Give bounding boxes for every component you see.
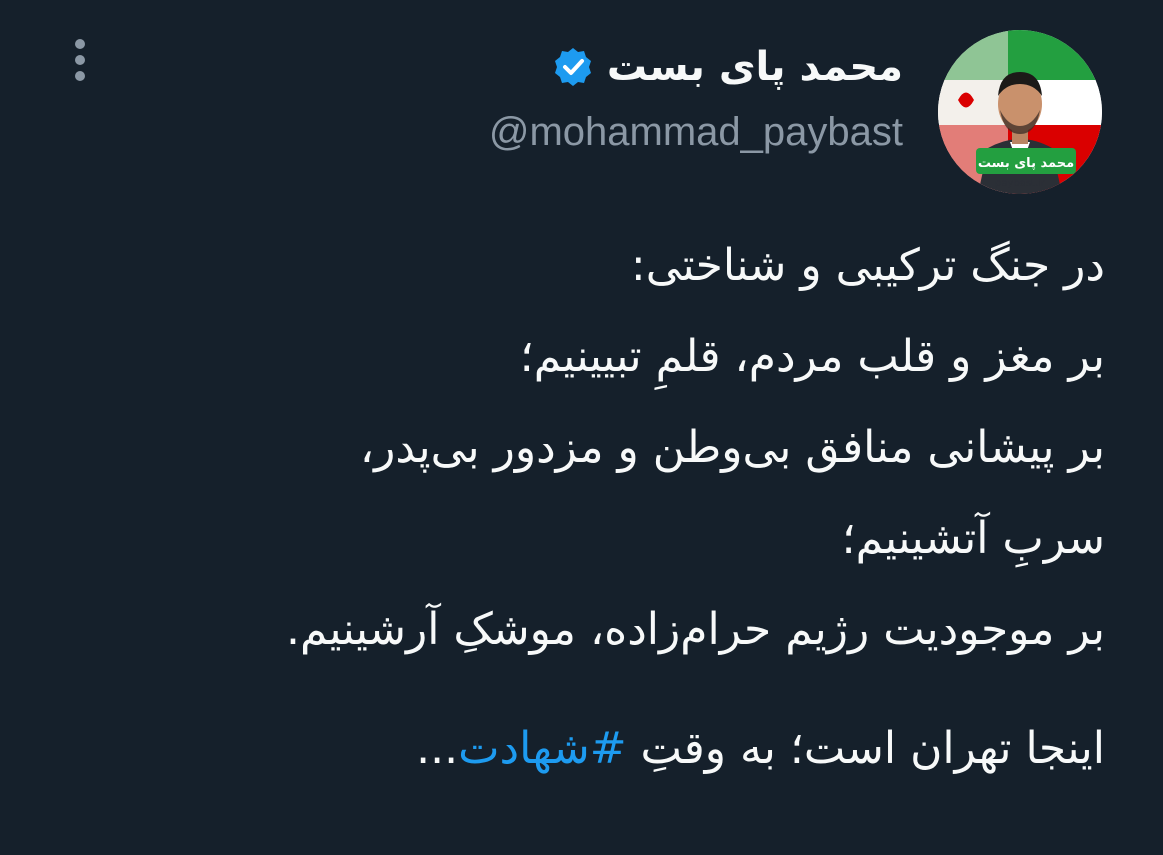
svg-text:محمد پای بست: محمد پای بست <box>978 156 1074 171</box>
author-handle[interactable]: @mohammad_paybast <box>489 110 903 155</box>
more-options-icon[interactable] <box>60 38 100 82</box>
truncation-ellipsis: ... <box>416 723 459 774</box>
tweet-line-3: بر پیشانی منافق بی‌وطن و مزدور بی‌پدر، <box>359 422 1105 473</box>
tweet-line-2: بر مغز و قلب مردم، قلمِ تبیینیم؛ <box>519 331 1105 382</box>
avatar[interactable]: محمد پای بست paybast.ir <box>938 30 1102 194</box>
tweet-last-line-text: اینجا تهران است؛ به وقتِ <box>626 723 1105 774</box>
avatar-name-banner: محمد پای بست <box>976 148 1076 174</box>
tweet-line-4: سربِ آتشینیم؛ <box>841 513 1105 564</box>
tweet-card: محمد پای بست @mohammad_paybast محمد پای … <box>0 0 1163 855</box>
author-display-name[interactable]: محمد پای بست <box>607 44 903 90</box>
tweet-line-1: در جنگ ترکیبی و شناختی: <box>630 240 1105 291</box>
tweet-last-line: اینجا تهران است؛ به وقتِ #شهادت... <box>45 709 1105 789</box>
avatar-site-text: paybast.ir <box>995 178 1046 189</box>
author-name-row[interactable]: محمد پای بست <box>553 38 903 96</box>
hashtag-link[interactable]: #شهادت <box>458 723 626 774</box>
verified-badge-icon <box>553 47 593 87</box>
tweet-text: در جنگ ترکیبی و شناختی: بر مغز و قلب مرد… <box>45 220 1105 675</box>
tweet-line-5: بر موجودیت رژیم حرام‌زاده، موشکِ آرشینیم… <box>285 604 1105 655</box>
